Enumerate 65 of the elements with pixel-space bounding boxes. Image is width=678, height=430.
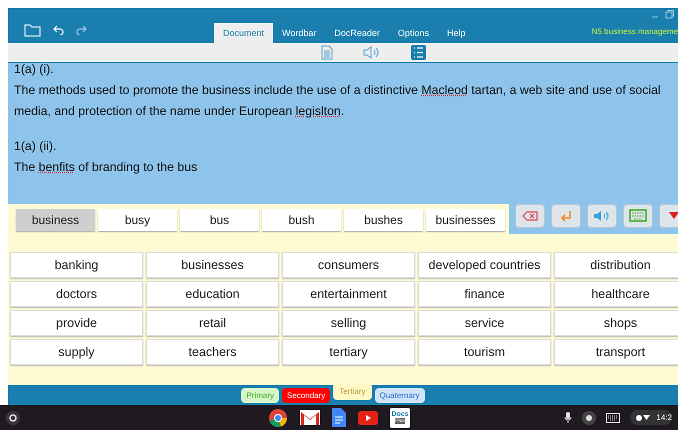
enter-button[interactable]	[551, 204, 581, 228]
word-button[interactable]: healthcare	[554, 281, 678, 307]
app-title: N5 business manageme	[592, 27, 678, 36]
folder-icon[interactable]	[24, 23, 41, 37]
wifi-icon	[636, 414, 652, 422]
word-button[interactable]: retail	[146, 310, 279, 336]
prediction-word[interactable]: business	[16, 209, 95, 231]
category-tab[interactable]: Quaternary	[374, 388, 425, 402]
document-paragraph: 1(a) (ii).	[14, 138, 58, 155]
word-button[interactable]: shops	[554, 310, 678, 336]
word-button[interactable]: transport	[554, 339, 678, 365]
word-button[interactable]: distribution	[554, 252, 678, 278]
word-button[interactable]: banking	[10, 252, 143, 278]
word-button[interactable]: selling	[282, 310, 415, 336]
backspace-icon	[522, 210, 538, 220]
clock-text: 14:2	[656, 413, 672, 422]
prediction-word[interactable]: bus	[180, 209, 259, 231]
speaker-icon[interactable]	[362, 46, 380, 59]
keyboard-button[interactable]	[623, 204, 653, 228]
undo-icon[interactable]	[53, 25, 64, 35]
document-paragraph: The methods used to promote the business include the use of a distinctive Macleod tartan, a web site and use of social media, and protection of the name under European legislton.	[14, 82, 662, 120]
system-tray[interactable]: 14:2	[630, 410, 672, 425]
category-tab[interactable]: Secondary	[282, 388, 330, 402]
keyboard-icon[interactable]	[606, 412, 620, 422]
word-button[interactable]: consumers	[282, 252, 415, 278]
redo-icon[interactable]	[76, 25, 87, 35]
document-icon[interactable]	[320, 45, 332, 60]
word-button[interactable]: education	[146, 281, 279, 307]
menu-tab[interactable]: Document	[214, 23, 274, 43]
list-icon[interactable]	[410, 45, 426, 60]
word-button[interactable]: teachers	[146, 339, 279, 365]
word-button[interactable]: tourism	[418, 339, 551, 365]
document-paragraph: 1(a) (i).	[14, 63, 55, 78]
speaker-icon	[593, 210, 611, 222]
mail-icon[interactable]	[300, 410, 320, 425]
caret-icon	[669, 212, 678, 219]
prediction-word[interactable]: businesses	[426, 209, 505, 231]
prediction-word[interactable]: bush	[262, 209, 341, 231]
word-button[interactable]: developed countries	[418, 252, 551, 278]
word-button[interactable]: tertiary	[282, 339, 415, 365]
menu-tab[interactable]: DocReader	[325, 23, 389, 43]
word-button[interactable]: doctors	[10, 281, 143, 307]
word-button[interactable]: businesses	[146, 252, 279, 278]
prediction-word[interactable]: busy	[98, 209, 177, 231]
menu-tab[interactable]: Help	[438, 23, 474, 43]
microphone-icon[interactable]	[564, 412, 572, 423]
keyboard-icon	[629, 209, 647, 222]
menu-tab[interactable]: Wordbar	[273, 23, 326, 43]
word-button[interactable]: entertainment	[282, 281, 415, 307]
status-icon[interactable]	[582, 410, 596, 424]
docs-icon[interactable]	[332, 408, 346, 427]
enter-icon	[559, 208, 573, 222]
play-icon[interactable]	[358, 410, 378, 424]
word-button[interactable]: finance	[418, 281, 551, 307]
word-button[interactable]: provide	[10, 310, 143, 336]
menu-tab[interactable]: Options	[388, 23, 438, 43]
word-button[interactable]: service	[418, 310, 551, 336]
browser-icon[interactable]	[268, 408, 288, 428]
restore-icon[interactable]	[665, 10, 674, 19]
prediction-word[interactable]: bushes	[344, 209, 423, 231]
speak-button[interactable]	[587, 204, 617, 228]
word-button[interactable]: supply	[10, 339, 143, 365]
document-paragraph: The benfits of branding to the bus	[14, 159, 198, 176]
launcher-icon[interactable]	[6, 410, 20, 424]
delete-word-button[interactable]	[515, 204, 545, 228]
